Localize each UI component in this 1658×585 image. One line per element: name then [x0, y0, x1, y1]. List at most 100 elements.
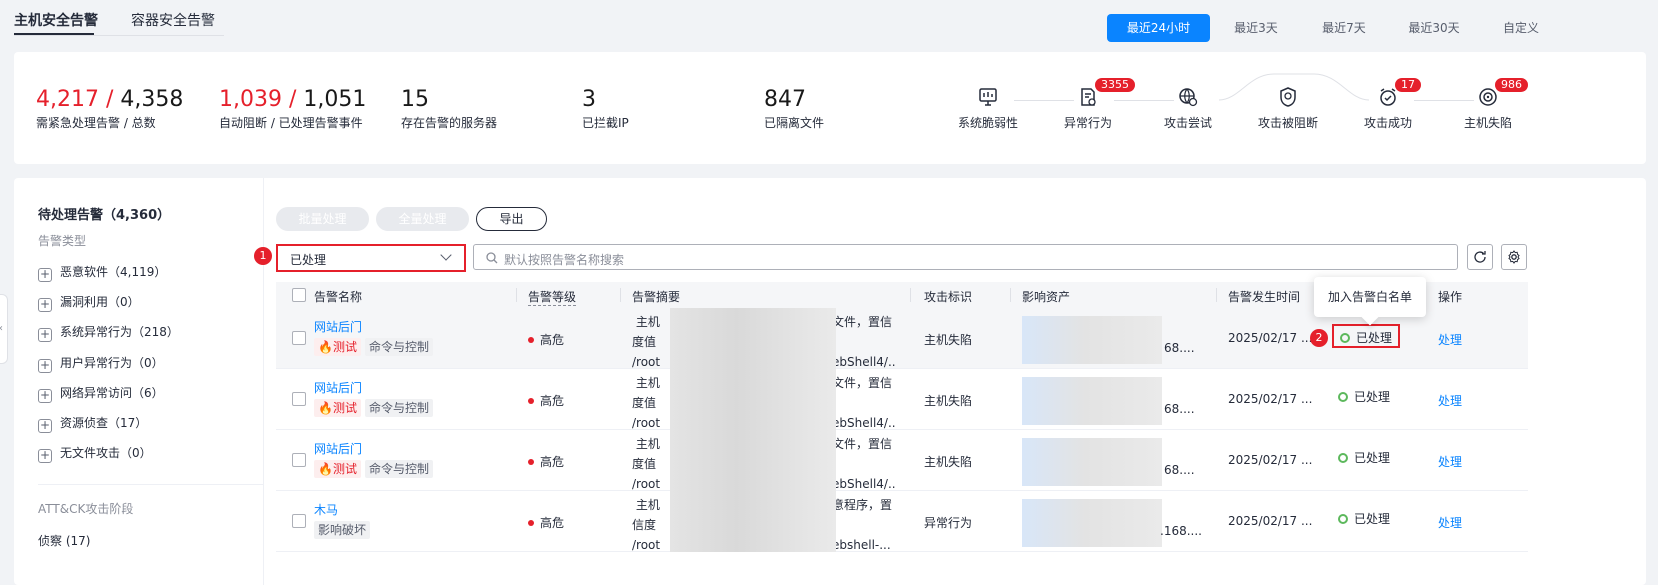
stat-files-value: 847 — [764, 87, 806, 112]
table-row[interactable]: 木马 影响破坏 高危 主机 意程序，置 信度 /root ebshell-... 异… — [276, 491, 1528, 552]
main-card: 待处理告警（4,360） 告警类型 + 恶意软件（4,119） + 漏洞利用（0） … — [14, 178, 1646, 585]
column-header[interactable]: 告警等级 — [528, 288, 577, 306]
alarm-type-label: 资源侦查（17） — [60, 416, 148, 430]
tag-test: 🔥测试 — [314, 399, 361, 417]
alarm-type-item[interactable]: + 网络异常访问（6） — [38, 383, 164, 403]
chain-compromised[interactable]: 986 主机失陷 — [1443, 78, 1533, 131]
expand-icon[interactable]: + — [38, 449, 52, 463]
export-button[interactable]: 导出 — [476, 207, 547, 231]
expand-icon[interactable]: + — [38, 389, 52, 403]
chain-label: 攻击被阻断 — [1257, 116, 1318, 130]
alarm-type-item[interactable]: + 系统异常行为（218） — [38, 322, 179, 342]
alarm-name-link[interactable]: 木马 — [314, 501, 338, 518]
table-row[interactable]: 网站后门 🔥测试 命令与控制 高危 主机 文件，置信 度值 /root ebShell… — [276, 430, 1528, 491]
status-ring-icon — [1340, 333, 1350, 343]
time-custom-button[interactable]: 自定义 — [1486, 14, 1556, 42]
handle-link[interactable]: 处理 — [1438, 331, 1462, 348]
alarm-type-item[interactable]: + 无文件攻击（0） — [38, 443, 152, 463]
expand-icon[interactable]: + — [38, 328, 52, 342]
status-cell[interactable]: 已处理 — [1332, 385, 1396, 409]
whitelist-tooltip[interactable]: 加入告警白名单 — [1314, 277, 1426, 317]
time-24h-button[interactable]: 最近24小时 — [1107, 14, 1210, 42]
tab-host-alarm[interactable]: 主机安全告警 — [14, 10, 98, 30]
time-7d-button[interactable]: 最近7天 — [1306, 14, 1382, 42]
time-3d-button[interactable]: 最近3天 — [1218, 14, 1294, 42]
table-row[interactable]: 网站后门 🔥测试 命令与控制 高危 主机 文件，置信 度值 /root ebShell… — [276, 308, 1528, 369]
column-header: 操作 — [1438, 290, 1463, 304]
handle-link[interactable]: 处理 — [1438, 392, 1462, 409]
chain-label: 攻击尝试 — [1163, 116, 1212, 130]
chain-label: 攻击成功 — [1363, 116, 1412, 130]
column-separator — [1216, 288, 1217, 302]
status-cell[interactable]: 已处理 — [1332, 446, 1396, 470]
stat-urgent[interactable]: 4,217 / 4,358 需紧急处理告警 / 总数 — [36, 88, 183, 131]
redacted-asset — [1022, 377, 1162, 425]
expand-icon[interactable]: + — [38, 359, 52, 373]
alarm-type-item[interactable]: + 漏洞利用（0） — [38, 292, 140, 312]
batch-handle-button[interactable]: 批量处理 — [276, 207, 369, 231]
column-header: 攻击标识 — [924, 290, 973, 304]
stat-slash: / — [98, 87, 121, 112]
stat-servers[interactable]: 15 存在告警的服务器 — [401, 88, 497, 131]
redacted-asset — [1022, 499, 1162, 547]
stat-files-label: 已隔离文件 — [764, 116, 825, 130]
settings-button[interactable] — [1501, 244, 1527, 270]
time-30d-button[interactable]: 最近30天 — [1394, 14, 1474, 42]
stat-files[interactable]: 847 已隔离文件 — [764, 88, 824, 131]
alarm-type-item[interactable]: + 恶意软件（4,119） — [38, 262, 166, 282]
column-separator — [516, 288, 517, 302]
alarm-type-label: 用户异常行为（0） — [60, 356, 164, 370]
divider — [38, 484, 264, 485]
tab-container-alarm[interactable]: 容器安全告警 — [131, 10, 215, 30]
select-all-checkbox[interactable] — [292, 288, 306, 302]
alarm-level: 高危 — [528, 392, 564, 409]
alarm-name-link[interactable]: 网站后门 — [314, 440, 362, 457]
refresh-button[interactable] — [1467, 244, 1493, 270]
stat-ips[interactable]: 3 已拦截IP — [582, 88, 629, 131]
row-checkbox[interactable] — [292, 453, 306, 467]
chain-blocked[interactable]: 攻击被阻断 — [1243, 86, 1333, 131]
alarm-type-label: 恶意软件（4,119） — [60, 265, 167, 279]
status-ring-icon — [1338, 392, 1348, 402]
search-input[interactable]: 默认按照告警名称搜索 — [473, 244, 1458, 270]
attck-stage-item[interactable]: 侦察 (17) — [38, 531, 90, 551]
chain-attempt[interactable]: 攻击尝试 — [1143, 86, 1233, 131]
alarm-type-label: 系统异常行为（218） — [60, 325, 179, 339]
status-cell[interactable]: 已处理 — [1332, 324, 1401, 348]
asset-text: 68.... — [1164, 463, 1195, 477]
pending-alarms-title: 待处理告警（4,360） — [38, 208, 171, 223]
alarm-name-link[interactable]: 网站后门 — [314, 318, 362, 335]
row-checkbox[interactable] — [292, 514, 306, 528]
status-ring-icon — [1338, 453, 1348, 463]
attack-tag: 主机失陷 — [924, 333, 973, 347]
sidebar-collapse-handle[interactable]: ‹ — [0, 294, 8, 364]
alarm-type-item[interactable]: + 用户异常行为（0） — [38, 353, 164, 373]
stat-urgent-total: 4,358 — [120, 87, 184, 112]
handle-link[interactable]: 处理 — [1438, 453, 1462, 470]
stat-urgent-value: 4,217 — [36, 87, 99, 112]
expand-icon[interactable]: + — [38, 419, 52, 433]
chain-success[interactable]: 17 攻击成功 — [1343, 78, 1433, 131]
handle-link[interactable]: 处理 — [1438, 514, 1462, 531]
expand-icon[interactable]: + — [38, 268, 52, 282]
expand-icon[interactable]: + — [38, 298, 52, 312]
row-checkbox[interactable] — [292, 331, 306, 345]
alarm-type-item[interactable]: + 资源侦查（17） — [38, 413, 147, 433]
row-checkbox[interactable] — [292, 392, 306, 406]
stat-ips-value: 3 — [582, 87, 596, 112]
chain-abnormal[interactable]: 3355 异常行为 — [1043, 78, 1135, 131]
table-row[interactable]: 网站后门 🔥测试 命令与控制 高危 主机 文件，置信 度值 /root ebShell… — [276, 369, 1528, 430]
alarm-type-subtitle: 告警类型 — [38, 234, 87, 248]
status-cell[interactable]: 已处理 — [1332, 507, 1396, 531]
step-badge-2: 2 — [1310, 329, 1328, 347]
status-filter-select[interactable]: 已处理 — [276, 244, 466, 272]
tab-rule — [14, 35, 224, 36]
column-header: 告警发生时间 — [1228, 290, 1301, 304]
search-icon — [486, 252, 498, 264]
stat-slash: / — [281, 87, 304, 112]
alarm-name-link[interactable]: 网站后门 — [314, 379, 362, 396]
stat-ips-label: 已拦截IP — [582, 116, 629, 130]
stat-blocked[interactable]: 1,039 / 1,051 自动阻断 / 已处理告警事件 — [219, 88, 366, 131]
chain-vulnerability[interactable]: 系统脆弱性 — [943, 86, 1033, 131]
handle-all-button[interactable]: 全量处理 — [376, 207, 469, 231]
